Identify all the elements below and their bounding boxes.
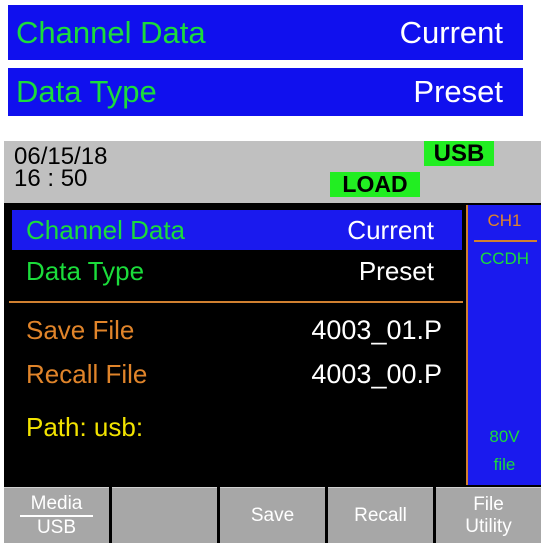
voltage-indicator: 80V <box>489 427 520 446</box>
softkey-save[interactable]: Save <box>220 487 325 543</box>
menu-item-data-type[interactable]: Data Type Preset <box>12 251 462 291</box>
channel-data-value: Current <box>347 214 434 245</box>
channel-indicator: CH1 <box>487 211 522 230</box>
softkey-media-value: USB <box>19 514 94 539</box>
callout-channel-data-label: Channel Data <box>16 14 206 50</box>
path-label: Path: usb: <box>26 412 144 442</box>
side-divider <box>474 240 537 242</box>
softkey-recall[interactable]: Recall <box>328 487 433 543</box>
menu-item-save-file[interactable]: Save File 4003_01.P <box>12 312 462 348</box>
mode-indicator: CCDH <box>479 249 530 268</box>
softkey-media-label: Media <box>30 492 83 514</box>
load-badge: LOAD <box>330 172 420 197</box>
usb-badge: USB <box>424 141 494 166</box>
recall-file-label: Recall File <box>26 358 148 389</box>
softkey-utility-label: Utility <box>465 515 512 537</box>
softkey-file-label: File <box>473 493 504 515</box>
softkey-recall-label: Recall <box>354 504 407 526</box>
callout-channel-data: Channel Data Current <box>8 5 523 60</box>
menu-item-channel-data[interactable]: Channel Data Current <box>12 210 462 250</box>
softkey-save-label: Save <box>250 504 295 526</box>
recall-file-value: 4003_00.P <box>311 358 442 389</box>
date-time: 06/15/18 16 : 50 <box>14 145 107 192</box>
data-type-value: Preset <box>358 255 434 286</box>
save-file-label: Save File <box>26 314 135 345</box>
softkey-bar: Media USB Save Recall File Utility <box>4 487 541 543</box>
callout-data-type-value: Preset <box>413 74 503 109</box>
callout-data-type-label: Data Type <box>16 74 157 109</box>
time: 16 : 50 <box>14 165 88 192</box>
channel-data-label: Channel Data <box>26 214 185 245</box>
side-panel: CH1 CCDH 80V file <box>466 205 541 485</box>
callout-channel-data-value: Current <box>399 14 503 50</box>
save-file-value: 4003_01.P <box>311 314 442 345</box>
file-indicator: file <box>493 455 516 474</box>
callout-data-type: Data Type Preset <box>8 68 523 116</box>
softkey-file-utility[interactable]: File Utility <box>436 487 541 543</box>
data-type-label: Data Type <box>26 255 145 286</box>
menu-item-recall-file[interactable]: Recall File 4003_00.P <box>12 356 462 392</box>
softkey-blank[interactable] <box>112 487 217 543</box>
softkey-media[interactable]: Media USB <box>4 487 109 543</box>
menu-divider <box>9 301 463 303</box>
